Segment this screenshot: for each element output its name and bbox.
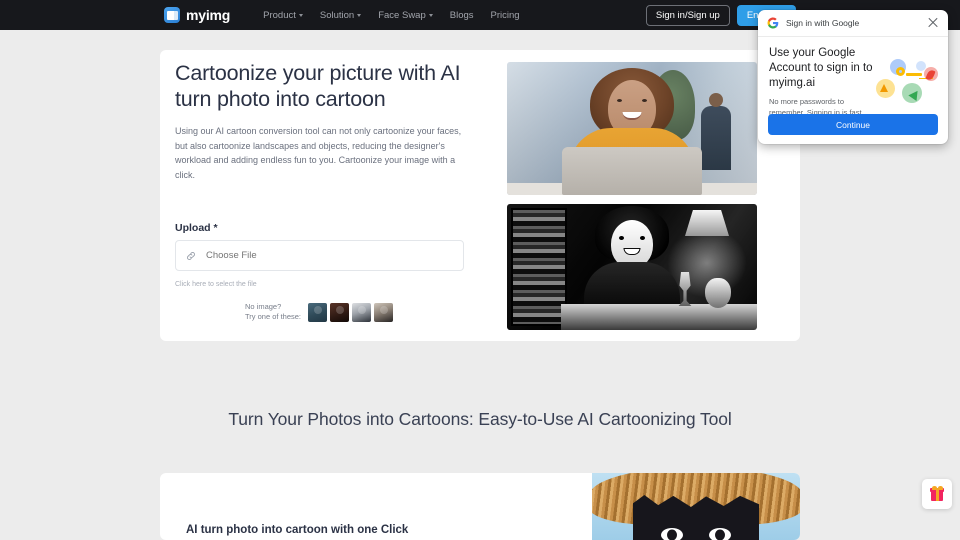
- cartoon-face: [611, 220, 653, 268]
- cartoon-woman-desk-illustration: [507, 204, 757, 330]
- photo-eye-left: [617, 99, 622, 102]
- brand-logo-link[interactable]: myimg: [164, 7, 230, 23]
- triangle-shape-orange: [880, 84, 888, 92]
- file-upload-row[interactable]: [175, 240, 464, 271]
- illustration-blob: [916, 61, 926, 71]
- feature-card-title: AI turn photo into cartoon with one Clic…: [186, 524, 409, 536]
- page-root: myimg Product Solution Face Swap Blogs P…: [0, 0, 960, 540]
- cartoon-eye-right: [640, 236, 645, 240]
- close-icon[interactable]: [927, 17, 939, 29]
- section-headline: Turn Your Photos into Cartoons: Easy-to-…: [228, 409, 732, 429]
- gift-bow-left: [931, 485, 937, 490]
- sample-thumbnail[interactable]: [352, 302, 372, 322]
- google-sign-in-popup: Sign in with Google Use your Google Acco…: [758, 10, 948, 144]
- feature-card: AI turn photo into cartoon with one Clic…: [160, 473, 800, 540]
- brand-name: myimg: [186, 7, 231, 23]
- google-popup-header: Sign in with Google: [758, 10, 948, 37]
- sign-in-sign-up-button[interactable]: Sign in/Sign up: [645, 4, 730, 26]
- photo-background-person: [701, 93, 731, 170]
- google-key-illustration: [876, 59, 942, 107]
- gift-icon: [930, 485, 944, 501]
- upload-field-label: Upload *: [175, 222, 218, 234]
- nav-item-product[interactable]: Product: [263, 10, 303, 21]
- anime-eye-right: [707, 526, 733, 540]
- sample-prompt-line-1: No image?: [245, 302, 282, 311]
- cartoon-vase: [705, 278, 731, 308]
- nav-item-blogs-label: Blogs: [449, 9, 474, 21]
- sample-thumbnail-list: [308, 302, 394, 322]
- link-icon: [176, 251, 206, 261]
- nav-item-face-swap-label: Face Swap: [378, 9, 426, 21]
- hero-original-photo: [507, 62, 757, 195]
- google-popup-header-title: Sign in with Google: [786, 18, 860, 28]
- chevron-down-icon: [298, 13, 303, 17]
- photo-eye-right: [642, 99, 647, 102]
- nav-item-blogs[interactable]: Blogs: [450, 10, 474, 21]
- sample-thumbnail[interactable]: [308, 302, 328, 322]
- sample-thumbnail[interactable]: [330, 302, 350, 322]
- nav-item-solution[interactable]: Solution: [319, 9, 362, 21]
- nav-item-product-label: Product: [263, 9, 296, 21]
- upload-hint-text: Click here to select the file: [175, 281, 257, 288]
- gift-bow-right: [937, 485, 943, 490]
- gift-promo-button[interactable]: [922, 479, 952, 509]
- chevron-down-icon: [428, 13, 433, 17]
- sample-thumbnail[interactable]: [374, 302, 394, 322]
- google-g-icon: [767, 17, 779, 29]
- hero-cartoonized-photo: [507, 204, 757, 330]
- anime-eye-left: [659, 526, 685, 540]
- cartoon-eye-left: [619, 236, 624, 240]
- cartoon-bookshelf: [511, 208, 567, 326]
- nav-item-solution-label: Solution: [319, 9, 355, 21]
- google-continue-button[interactable]: Continue: [768, 114, 938, 135]
- myimg-logo-icon: [164, 7, 180, 23]
- hero-description: Using our AI cartoon conversion tool can…: [175, 126, 462, 180]
- anime-character-image: [592, 473, 800, 540]
- smiling-woman-laptop-photo: [507, 62, 757, 195]
- cartoon-lamp: [685, 210, 729, 236]
- photo-laptop: [562, 147, 702, 195]
- sample-images-prompt: No image? Try one of these:: [245, 302, 301, 322]
- chevron-down-icon: [357, 13, 362, 17]
- sample-images-section: No image? Try one of these:: [245, 302, 394, 322]
- hero-card: Cartoonize your picture with AI turn pho…: [160, 50, 800, 341]
- nav-item-pricing-label: Pricing: [490, 9, 520, 21]
- nav-item-pricing[interactable]: Pricing: [491, 10, 520, 21]
- page-title: Cartoonize your picture with AI turn pho…: [175, 61, 461, 111]
- nav-links: Product Solution Face Swap Blogs Pricing: [263, 10, 519, 21]
- choose-file-input[interactable]: [206, 241, 463, 270]
- cartoon-desk: [561, 304, 757, 330]
- sample-prompt-line-2: Try one of these:: [245, 312, 302, 321]
- nav-item-face-swap[interactable]: Face Swap: [378, 10, 433, 21]
- hero-text-block: Cartoonize your picture with AI turn pho…: [175, 60, 485, 182]
- key-icon: [896, 67, 922, 76]
